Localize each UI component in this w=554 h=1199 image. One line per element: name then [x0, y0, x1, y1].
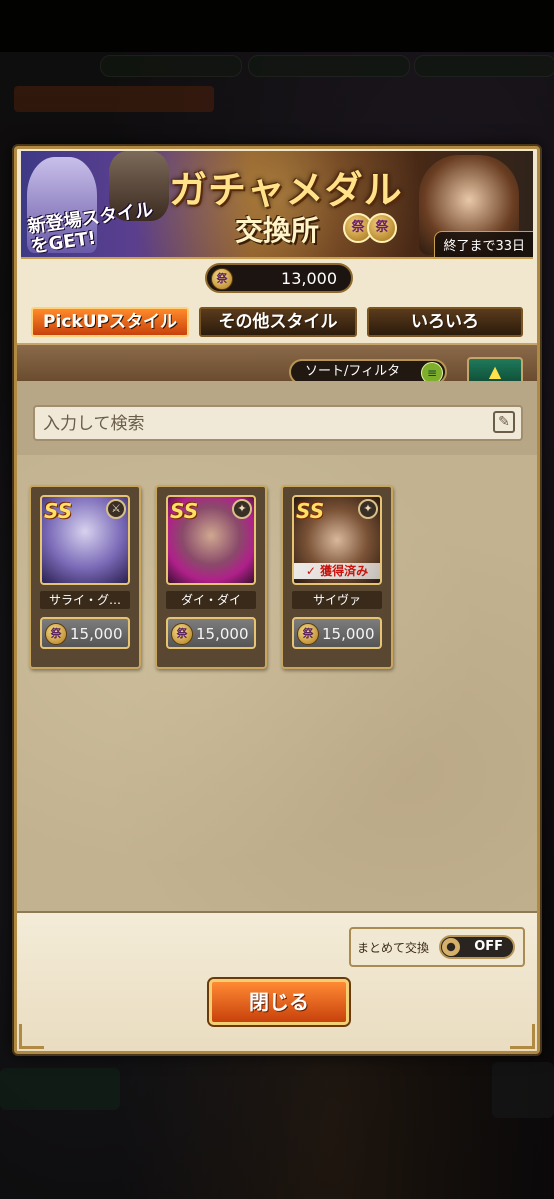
owned-label: 獲得済み	[320, 564, 369, 578]
medal-icon: 祭	[211, 268, 233, 290]
price-value: 15,000	[196, 625, 249, 643]
event-banner: ガチャメダル 交換所 祭 祭 新登場スタイル をGET! 終了まで33日	[21, 151, 533, 259]
rank-badge: SS	[170, 499, 199, 523]
style-card[interactable]: SS ✦ ✓ 獲得済み サイヴァ 祭 15,000	[281, 485, 393, 669]
price-tag: 祭 15,000	[166, 617, 256, 649]
search-input[interactable]	[35, 407, 485, 441]
bulk-exchange-toggle[interactable]: まとめて交換 OFF	[349, 927, 525, 967]
style-card[interactable]: SS ⚔ サライ・グ… 祭 15,000	[29, 485, 141, 669]
deadline-badge: 終了まで33日	[434, 231, 533, 257]
character-portrait: SS ⚔	[40, 495, 130, 585]
medal-icon: 祭	[171, 623, 193, 645]
search-box: ✎	[33, 405, 523, 441]
filter-strip	[17, 343, 537, 383]
rank-badge: SS	[44, 499, 73, 523]
switch-knob	[442, 938, 460, 956]
axe-icon: ✦	[232, 499, 252, 519]
sword-icon: ⚔	[106, 499, 126, 519]
rank-badge: SS	[296, 499, 325, 523]
corner-ornament	[19, 1024, 44, 1049]
character-portrait: SS ✦	[166, 495, 256, 585]
medal-icon: 祭	[367, 213, 397, 243]
medal-exchange-dialog: ガチャメダル 交換所 祭 祭 新登場スタイル をGET! 終了まで33日 祭 1…	[14, 146, 540, 1054]
close-button[interactable]: 閉じる	[209, 979, 349, 1025]
price-tag: 祭 15,000	[40, 617, 130, 649]
price-tag: 祭 15,000	[292, 617, 382, 649]
medal-balance: 祭 13,000	[205, 263, 353, 293]
corner-ornament	[510, 1024, 535, 1049]
check-icon: ✓	[305, 564, 316, 578]
medal-balance-value: 13,000	[281, 269, 337, 288]
character-portrait: SS ✦ ✓ 獲得済み	[292, 495, 382, 585]
character-name: サライ・グ…	[40, 591, 130, 609]
banner-subtitle: 交換所	[235, 214, 320, 247]
switch-state: OFF	[474, 939, 503, 954]
banner-title: ガチャメダル	[169, 168, 403, 212]
bulk-exchange-switch[interactable]: OFF	[439, 935, 515, 959]
tab-pickup-style[interactable]: PickUPスタイル	[31, 307, 189, 337]
price-value: 15,000	[322, 625, 375, 643]
sort-filter-label: ソート/フィルタ	[305, 364, 401, 379]
character-name: サイヴァ	[292, 591, 382, 609]
medal-icon: 祭	[45, 623, 67, 645]
edit-icon[interactable]: ✎	[493, 411, 515, 433]
character-name: ダイ・ダイ	[166, 591, 256, 609]
triangle-up-icon: ▲	[488, 362, 502, 381]
tab-misc[interactable]: いろいろ	[367, 307, 523, 337]
price-value: 15,000	[70, 625, 123, 643]
bulk-exchange-label: まとめて交換	[357, 941, 430, 955]
axe-icon: ✦	[358, 499, 378, 519]
medal-icon: 祭	[297, 623, 319, 645]
owned-badge: ✓ 獲得済み	[294, 563, 380, 579]
style-card[interactable]: SS ✦ ダイ・ダイ 祭 15,000	[155, 485, 267, 669]
tab-other-style[interactable]: その他スタイル	[199, 307, 357, 337]
